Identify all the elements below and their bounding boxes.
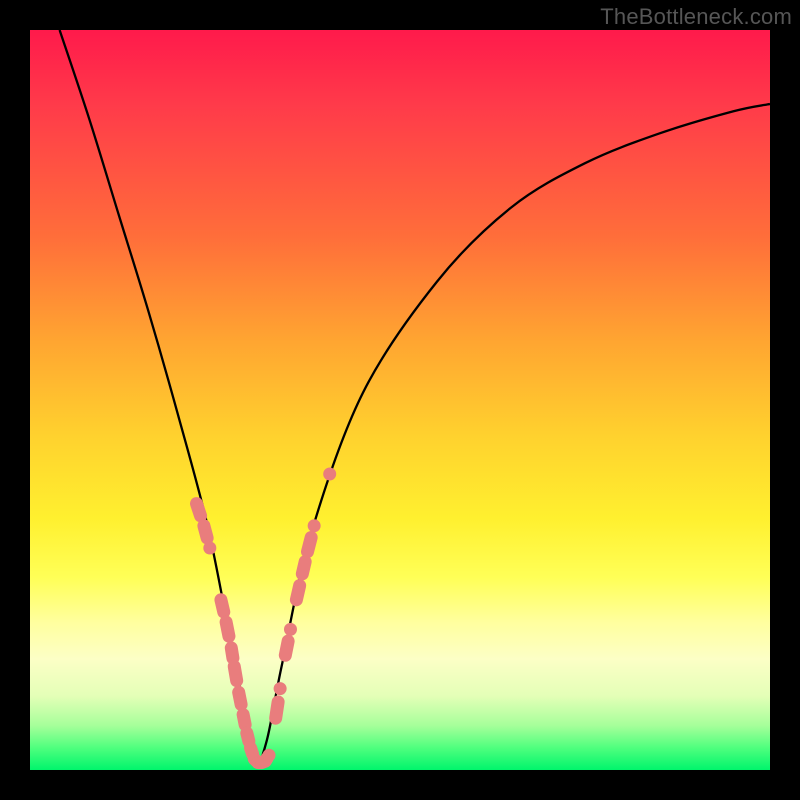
data-marker <box>234 666 236 680</box>
data-marker <box>239 692 241 704</box>
watermark-text: TheBottleneck.com <box>600 4 792 30</box>
data-marker <box>226 622 229 636</box>
data-marker <box>221 600 224 612</box>
data-marker <box>247 733 249 741</box>
data-marker <box>302 562 305 574</box>
data-marker <box>197 504 201 516</box>
data-marker <box>285 641 288 655</box>
data-marker <box>276 702 278 718</box>
data-marker <box>204 526 207 538</box>
chart-frame: TheBottleneck.com <box>0 0 800 800</box>
data-marker <box>231 648 233 658</box>
data-marker <box>296 586 299 600</box>
chart-svg <box>30 30 770 770</box>
data-marker <box>243 715 245 725</box>
plot-area <box>30 30 770 770</box>
marker-layer <box>197 474 330 763</box>
bottleneck-curve <box>60 30 770 764</box>
data-marker <box>308 537 312 551</box>
